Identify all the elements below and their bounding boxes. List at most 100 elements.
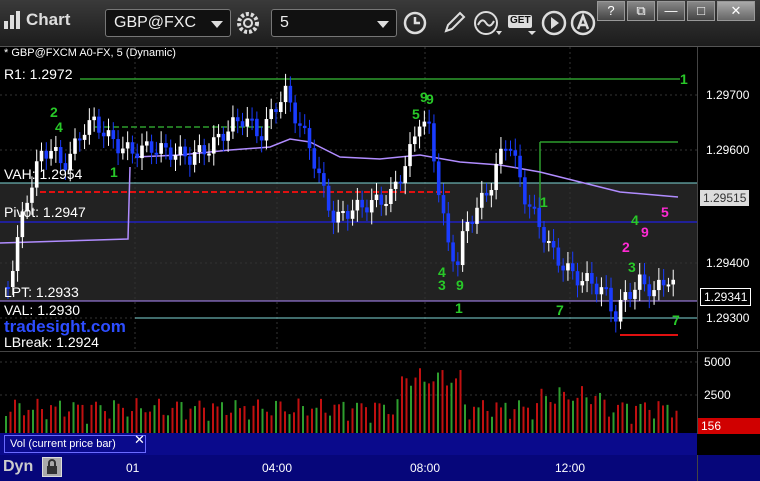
volume-bar: [239, 408, 241, 434]
price-bar-body: [87, 120, 92, 135]
sequence-count-label: 1: [540, 194, 548, 210]
interval-select[interactable]: 5: [271, 9, 397, 37]
price-bar-body: [255, 118, 259, 137]
volume-bar: [329, 415, 331, 434]
close-button[interactable]: ✕: [717, 1, 755, 21]
price-bar-body: [365, 207, 369, 213]
sequence-count-label: 7: [556, 302, 564, 318]
price-tick: 1.29700: [706, 88, 750, 102]
price-bar-body: [417, 126, 422, 137]
sequence-count-label: 4: [631, 212, 639, 228]
toolbar: Chart GBP@FXC 5 GET ? ⧉ — □ ✕: [0, 0, 760, 47]
maximize-button[interactable]: □: [687, 1, 715, 21]
settings-gear-button[interactable]: [234, 9, 262, 37]
volume-bar: [441, 370, 444, 434]
draw-pencil-button[interactable]: [440, 9, 468, 37]
alert-button[interactable]: [570, 9, 598, 37]
r1-label: R1: 1.2972: [4, 66, 73, 82]
volume-bar: [135, 398, 138, 434]
volume-bar: [351, 408, 354, 434]
price-bar-body: [278, 102, 283, 113]
volume-bar: [540, 388, 543, 434]
volume-indicator-label: Vol (current price bar): [10, 438, 116, 450]
price-bar-body: [58, 147, 63, 164]
price-bar-body: [44, 150, 49, 159]
volume-bar: [36, 398, 39, 434]
price-bar-body: [264, 119, 269, 141]
price-bar-body: [609, 287, 613, 312]
volume-bar: [68, 411, 70, 434]
price-bar-body: [590, 273, 594, 284]
price-bar-body: [369, 200, 374, 213]
chevron-down-icon: [211, 21, 223, 28]
price-bar-body: [240, 121, 245, 127]
price-bar-body: [111, 130, 116, 140]
volume-bar: [230, 412, 232, 434]
volume-bar: [549, 402, 552, 434]
volume-bar: [144, 412, 147, 434]
price-axis[interactable]: 1.29700 1.29600 1.29400 1.29300 1.29515 …: [697, 47, 760, 349]
volume-bar: [392, 414, 394, 434]
volume-bar: [333, 404, 336, 434]
chevron-down-icon: [377, 21, 389, 28]
price-bar-body: [245, 118, 250, 127]
price-bar-body: [657, 279, 661, 291]
volume-bar: [671, 417, 673, 434]
sequence-count-label: 5: [412, 106, 420, 122]
volume-bar: [378, 403, 381, 434]
time-axis[interactable]: Dyn 01 04:00 08:00 12:00: [0, 455, 760, 481]
volume-bar: [558, 387, 561, 434]
volume-axis: 5000 2500 156: [697, 351, 760, 434]
clock-button[interactable]: [402, 9, 430, 37]
price-bar-body: [168, 147, 173, 160]
price-bar-body: [499, 148, 503, 164]
price-bar-body: [326, 185, 331, 211]
volume-pane[interactable]: [0, 351, 697, 434]
clock-icon: [403, 11, 427, 35]
sequence-count-label: 7: [672, 312, 680, 328]
price-bar-body: [518, 155, 522, 178]
volume-bar: [288, 414, 291, 434]
restore-button[interactable]: ⧉: [627, 1, 655, 21]
volume-bar: [603, 399, 606, 434]
volume-bar: [225, 414, 228, 434]
price-bar-body: [97, 116, 101, 133]
price-bar-body: [164, 143, 168, 148]
indicators-button[interactable]: [472, 9, 502, 37]
get-button[interactable]: GET: [506, 9, 538, 37]
play-button[interactable]: [540, 9, 568, 37]
sequence-count-label: 2: [50, 104, 58, 120]
price-bar-body: [470, 221, 475, 224]
price-bar-body: [73, 138, 77, 154]
price-bar-body: [585, 273, 589, 282]
minimize-button[interactable]: —: [657, 1, 685, 21]
price-bar-body: [551, 240, 556, 248]
price-bar-body: [422, 121, 427, 127]
volume-indicator-tab[interactable]: Vol (current price bar): [4, 435, 146, 453]
volume-bar: [455, 378, 457, 434]
price-chart[interactable]: 1994391725349175241 * GBP@FXCM A0-FX, 5 …: [0, 47, 697, 350]
volume-bar: [153, 405, 156, 434]
price-bar-body: [274, 109, 278, 113]
volume-bar: [635, 405, 637, 434]
sequence-count-label: 1: [110, 164, 118, 180]
price-bar-body: [623, 292, 628, 300]
time-tick: 08:00: [410, 461, 441, 475]
close-indicator-icon[interactable]: ✕: [134, 432, 145, 448]
volume-bar: [653, 418, 655, 434]
volume-bar: [81, 404, 84, 434]
chart-icon: [4, 11, 20, 29]
volume-bar: [54, 406, 57, 434]
help-button[interactable]: ?: [597, 1, 625, 21]
price-bar-body: [130, 142, 135, 154]
upper-price-box: 1.29515: [700, 190, 750, 206]
price-bar-body: [140, 145, 144, 159]
lock-button[interactable]: [42, 457, 62, 477]
price-bar-body: [49, 150, 53, 159]
volume-bar: [284, 411, 286, 434]
price-bar-body: [671, 279, 676, 285]
volume-bar: [563, 391, 565, 434]
price-bar-body: [374, 194, 379, 201]
volume-bar: [99, 405, 102, 434]
symbol-select[interactable]: GBP@FXC: [105, 9, 231, 37]
